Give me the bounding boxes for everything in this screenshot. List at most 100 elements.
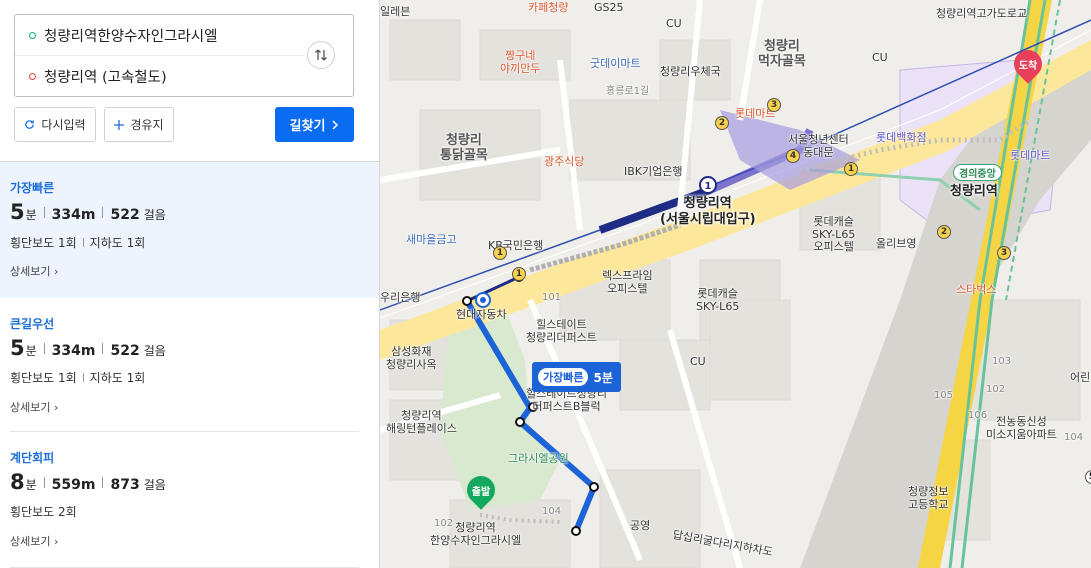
- building-number: 105: [934, 390, 954, 401]
- swap-button[interactable]: [307, 41, 335, 69]
- find-route-button[interactable]: 길찾기: [275, 107, 354, 142]
- map-label: 청량리 통닭골목: [440, 133, 488, 163]
- route-minutes: 5: [10, 200, 25, 224]
- map-label: 렉스프라임 오피스텔: [602, 269, 653, 295]
- exit-number-icon: 2: [715, 116, 729, 130]
- route-summary: 5 분 334m 522 걸음: [10, 200, 166, 224]
- building-number: 101: [542, 292, 562, 303]
- map-label: 홍릉로1길: [606, 86, 650, 97]
- exit-number-icon: 2: [937, 225, 951, 239]
- map-label: 삼성화재 청량리사옥: [386, 345, 437, 371]
- reset-button[interactable]: 다시입력: [14, 107, 96, 142]
- route-summary: 5 분 334m 522 걸음: [10, 336, 166, 360]
- map-label: 카페청량: [528, 1, 569, 14]
- origin-dot-icon: [29, 31, 36, 39]
- map-label: 광주식당: [544, 155, 585, 168]
- crosswalk-count: 횡단보도 1회: [10, 371, 77, 385]
- line-badge: 경의중앙: [953, 164, 1002, 181]
- detail-link[interactable]: 상세보기 ›: [10, 263, 58, 279]
- map-label: 롯데캐슬 SKY-L65 오피스텔: [812, 215, 856, 254]
- route-distance: 559m: [51, 477, 96, 493]
- route-option-main-road[interactable]: 큰길우선 5 분 334m 522 걸음 횡단보도 1회 지하도 1회 상세보기…: [0, 298, 379, 432]
- origin-field[interactable]: 청량리역한양수자인그라시엘: [15, 15, 305, 56]
- map-label: 우리은행: [380, 291, 421, 304]
- map-label: 롯데마트: [1010, 149, 1051, 162]
- map-view[interactable]: 1 일레븐 카페청량 GS25 CU 청량리역고가도로교 짱구네 야끼만두 굿데…: [380, 0, 1091, 568]
- route-steps-unit: 걸음: [143, 208, 166, 222]
- route-distance: 334m: [51, 343, 96, 359]
- start-pin[interactable]: 출발: [461, 470, 501, 512]
- start-pin-label: 출발: [471, 487, 491, 498]
- separator: [82, 238, 84, 247]
- route-steps-unit: 걸음: [143, 344, 166, 358]
- route-steps: 522: [110, 207, 140, 223]
- destination-dot-icon: [29, 73, 36, 80]
- exit-number-icon: 3: [997, 246, 1011, 260]
- map-label: 롯데백화점: [876, 131, 927, 144]
- swap-icon: [315, 49, 327, 61]
- detail-link[interactable]: 상세보기 ›: [10, 533, 58, 549]
- building-number: 104: [1064, 432, 1084, 443]
- plus-icon: [114, 119, 125, 130]
- route-min-unit: 분: [25, 478, 37, 492]
- map-label: 올리브영: [876, 237, 917, 250]
- via-label: 경유지: [130, 118, 164, 132]
- end-pin[interactable]: 도착: [1008, 44, 1048, 86]
- detail-label: 상세보기: [10, 265, 51, 278]
- refresh-icon: [25, 120, 35, 129]
- route-title: 가장빠른: [10, 181, 55, 195]
- building-number: 103: [992, 356, 1012, 367]
- map-label: 일레븐: [380, 5, 411, 18]
- go-label: 길찾기: [289, 119, 326, 134]
- add-waypoint-button[interactable]: 경유지: [104, 107, 174, 142]
- exit-number-icon: 1: [512, 267, 526, 281]
- map-label: 청량리 먹자골목: [758, 39, 806, 69]
- map-label: 그라시엘공원: [508, 452, 569, 465]
- origin-text: 청량리역한양수자인그라시엘: [44, 28, 218, 45]
- route-time-badge[interactable]: 가장빠른 5분: [532, 362, 621, 392]
- separator: [43, 342, 45, 354]
- exit-number-icon: 1: [493, 246, 507, 260]
- separator: [102, 476, 104, 488]
- station-name: 청량리역: [683, 196, 732, 211]
- separator: [82, 373, 84, 382]
- exit-number-icon: 3: [767, 98, 781, 112]
- route-min-unit: 분: [25, 208, 37, 222]
- destination-field[interactable]: 청량리역 (고속철도): [15, 56, 305, 97]
- map-label: 청량리역고가도로교: [936, 7, 1028, 20]
- map-label: GS25: [594, 1, 624, 14]
- crosswalk-count: 횡단보도 2회: [10, 505, 77, 519]
- separator: [102, 206, 104, 218]
- route-search-box: 청량리역한양수자인그라시엘 청량리역 (고속철도): [14, 14, 354, 97]
- map-label: 어린: [1070, 371, 1091, 384]
- route-steps-unit: 걸음: [143, 478, 166, 492]
- exit-number-icon: 1: [844, 162, 858, 176]
- map-label: 새마을금고: [406, 233, 457, 246]
- separator: [43, 206, 45, 218]
- map-label: 힐스테이트 청량리더퍼스트: [526, 318, 597, 344]
- route-minutes: 5: [10, 336, 25, 360]
- destination-text: 청량리역 (고속철도): [44, 70, 167, 86]
- map-label: 짱구네 야끼만두: [500, 49, 541, 75]
- route-summary: 8 분 559m 873 걸음: [10, 470, 166, 494]
- map-label: 굿데이마트: [590, 57, 641, 70]
- route-title: 큰길우선: [10, 317, 55, 331]
- separator: [102, 342, 104, 354]
- map-label: 현대자동차: [456, 308, 507, 321]
- route-option-avoid-stairs[interactable]: 계단회피 8 분 559m 873 걸음 횡단보도 2회 상세보기 ›: [0, 432, 379, 568]
- building-number: 102: [434, 518, 454, 529]
- map-label: 롯데캐슬 SKY-L65: [696, 287, 740, 313]
- station-label-right: 청량리역: [950, 184, 998, 199]
- route-steps: 873: [110, 477, 140, 493]
- route-min-unit: 분: [25, 344, 37, 358]
- route-crossings: 횡단보도 2회: [10, 503, 77, 520]
- detail-label: 상세보기: [10, 535, 51, 548]
- route-minutes: 8: [10, 470, 25, 494]
- detail-link[interactable]: 상세보기 ›: [10, 399, 58, 415]
- route-option-fastest[interactable]: 가장빠른 5 분 334m 522 걸음 횡단보도 1회 지하도 1회 상세보기…: [0, 162, 379, 298]
- building-number: 102: [986, 384, 1006, 395]
- map-label: IBK기업은행: [624, 165, 683, 178]
- route-steps: 522: [110, 343, 140, 359]
- map-label: 청량정보 고등학교: [908, 485, 949, 511]
- reset-label: 다시입력: [41, 118, 86, 132]
